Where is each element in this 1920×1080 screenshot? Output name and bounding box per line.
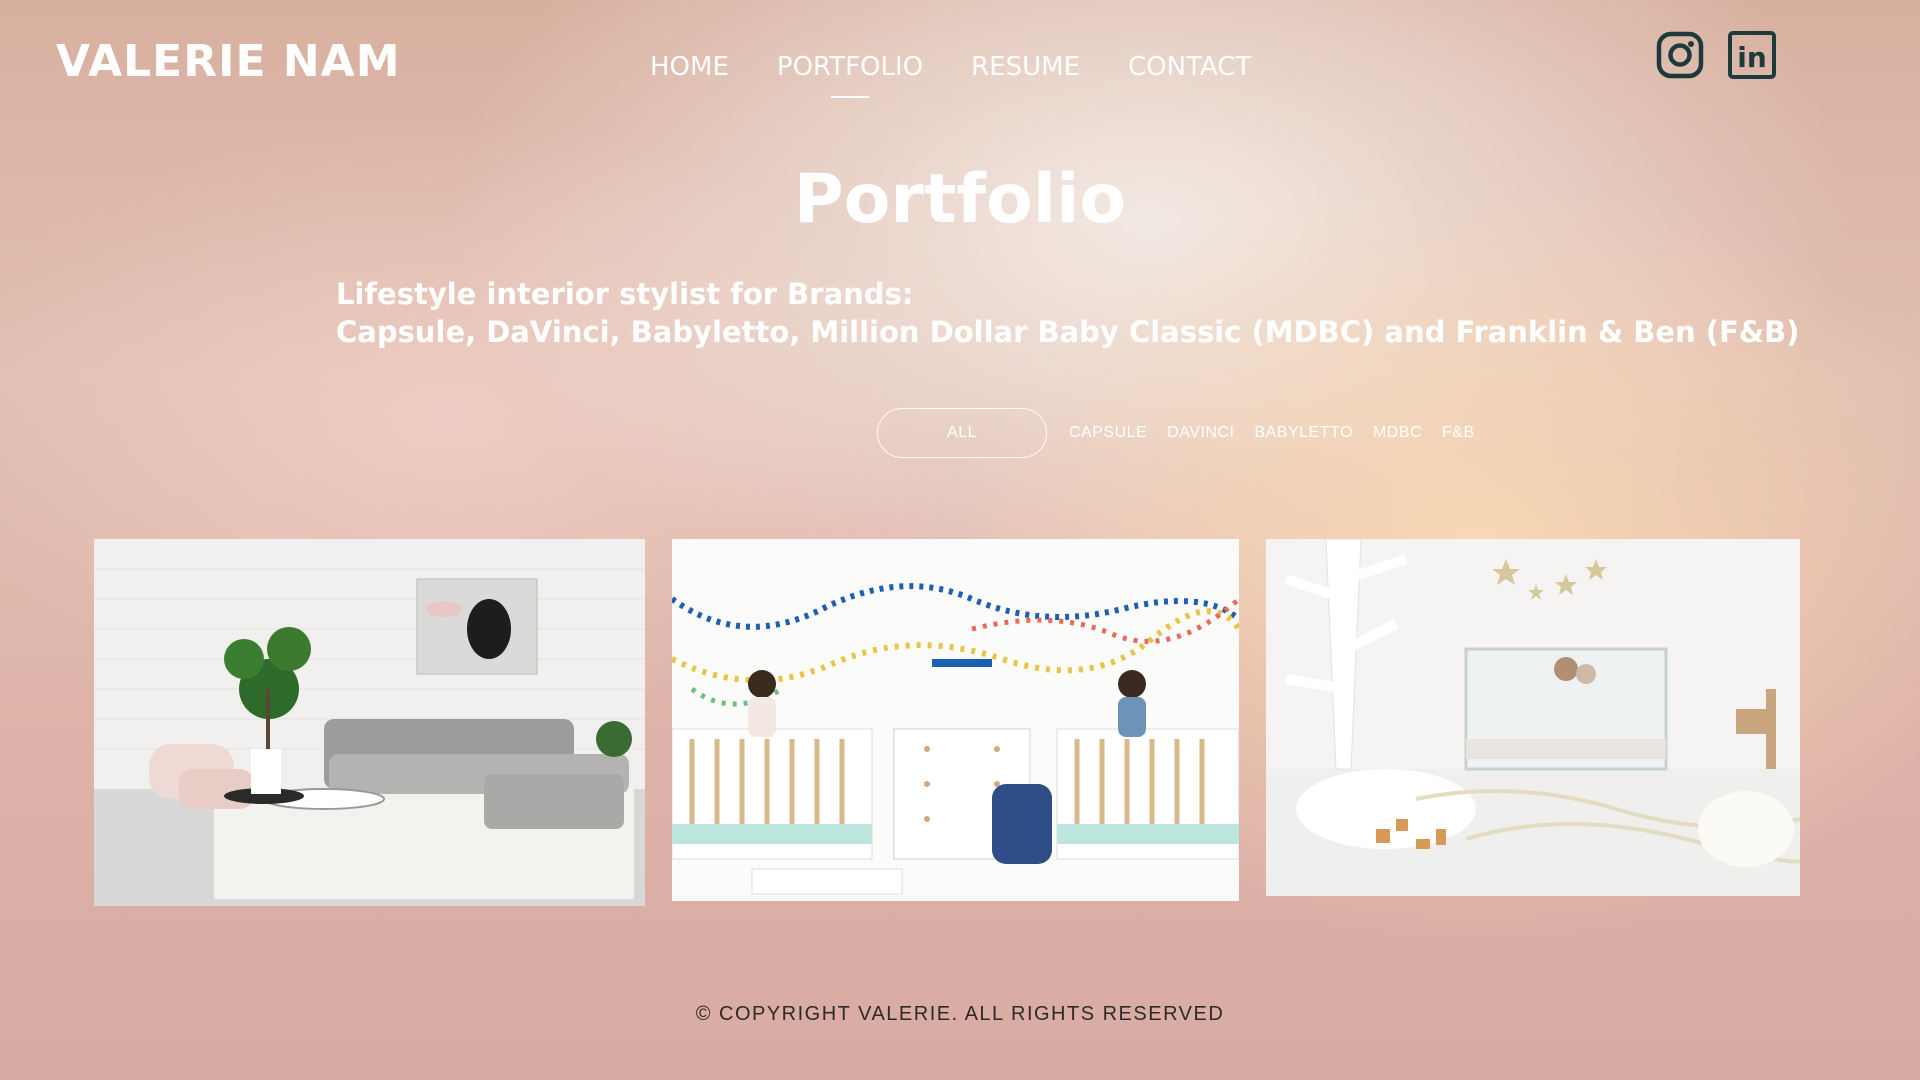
gallery-item-twin-nursery[interactable]: [672, 539, 1239, 901]
filter-fb[interactable]: F&B: [1442, 424, 1475, 442]
linkedin-icon-text: in: [1737, 41, 1767, 74]
main-nav: HOME PORTFOLIO RESUME CONTACT: [650, 52, 1251, 98]
gallery-item-living-room[interactable]: [94, 539, 645, 906]
subtitle-line-2: Capsule, DaVinci, Babyletto, Million Dol…: [336, 315, 1800, 349]
nav-home[interactable]: HOME: [650, 52, 729, 92]
nav-contact[interactable]: CONTACT: [1128, 52, 1251, 92]
site-footer: © COPYRIGHT VALERIE. ALL RIGHTS RESERVED: [695, 1003, 1225, 1025]
page-title: Portfolio: [793, 160, 1127, 239]
filter-capsule[interactable]: CAPSULE: [1069, 424, 1147, 442]
filter-davinci[interactable]: DAVINCI: [1167, 424, 1234, 442]
linkedin-icon[interactable]: in: [1727, 30, 1777, 80]
twin-nursery-cribs-photo: [672, 539, 1239, 901]
nav-resume[interactable]: RESUME: [971, 52, 1080, 92]
social-links: in: [1655, 30, 1777, 80]
portfolio-filters: ALL CAPSULE DAVINCI BABYLETTO MDBC F&B: [877, 408, 1475, 458]
filter-all[interactable]: ALL: [877, 408, 1047, 458]
page-subtitle: Lifestyle interior stylist for Brands: C…: [336, 275, 1799, 351]
filter-babyletto[interactable]: BABYLETTO: [1254, 424, 1352, 442]
subtitle-line-1: Lifestyle interior stylist for Brands:: [336, 277, 914, 311]
brand-logo[interactable]: VALERIE NAM: [56, 36, 401, 87]
nav-portfolio[interactable]: PORTFOLIO: [777, 52, 923, 98]
living-room-sofa-photo: [94, 539, 645, 906]
gallery-item-white-nursery[interactable]: [1266, 539, 1800, 896]
filter-mdbc[interactable]: MDBC: [1373, 424, 1422, 442]
white-nursery-acrylic-crib-photo: [1266, 539, 1800, 896]
instagram-icon[interactable]: [1655, 30, 1705, 80]
